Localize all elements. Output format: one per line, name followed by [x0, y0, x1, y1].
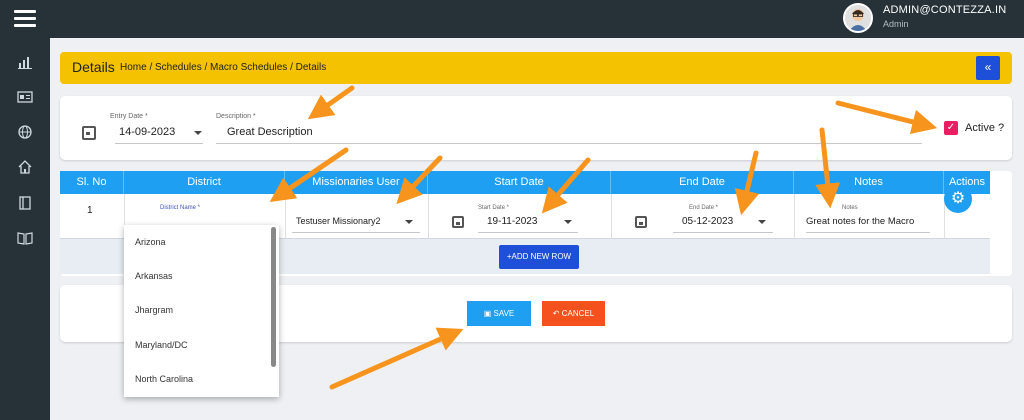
- calendar-icon[interactable]: [635, 216, 647, 228]
- start-date-label: Start Date *: [478, 205, 510, 211]
- column-divider: [285, 194, 286, 238]
- missionary-underline: [292, 232, 420, 233]
- entry-date-underline: [115, 143, 203, 144]
- dropdown-option[interactable]: Jhargram: [135, 305, 173, 315]
- calendar-icon[interactable]: [452, 216, 464, 228]
- add-new-row-button[interactable]: +ADD NEW ROW: [499, 245, 579, 269]
- add-new-row-label: ADD NEW ROW: [511, 252, 572, 261]
- entry-date-field[interactable]: 14-09-2023: [119, 126, 175, 138]
- floppy-icon: ▣: [483, 309, 494, 318]
- chevron-down-icon[interactable]: [758, 220, 766, 224]
- notes-field[interactable]: Great notes for the Macro: [806, 216, 930, 227]
- collapse-button[interactable]: «: [976, 56, 1000, 80]
- chart-icon[interactable]: [15, 54, 35, 74]
- table-header: Sl. No District Missionaries User Start …: [60, 171, 990, 194]
- dropdown-option[interactable]: North Carolina: [135, 374, 193, 384]
- district-dropdown: Arizona Arkansas Jhargram Maryland/DC No…: [124, 225, 279, 397]
- dropdown-option[interactable]: Arkansas: [135, 271, 173, 281]
- dropdown-scrollbar[interactable]: [271, 227, 276, 367]
- book-icon[interactable]: [15, 195, 35, 215]
- home-icon[interactable]: [15, 159, 35, 179]
- active-label: Active ?: [965, 122, 1005, 134]
- cancel-button[interactable]: ↶ CANCEL: [542, 301, 605, 326]
- end-date-underline: [673, 232, 773, 233]
- end-date-field[interactable]: 05-12-2023: [682, 216, 733, 227]
- open-book-icon[interactable]: [15, 230, 35, 250]
- header-district: District: [124, 171, 285, 194]
- description-underline: [216, 143, 922, 144]
- avatar[interactable]: [843, 3, 873, 33]
- globe-icon[interactable]: [15, 124, 35, 144]
- start-date-field[interactable]: 19-11-2023: [487, 216, 537, 227]
- form-card: Entry Date * 14-09-2023 Description * Gr…: [60, 96, 1012, 160]
- column-divider: [794, 194, 795, 238]
- notes-underline: [806, 232, 930, 233]
- header-missionaries-user: Missionaries User: [285, 171, 428, 194]
- chevron-down-icon[interactable]: [564, 220, 572, 224]
- page-title: Details: [72, 59, 115, 75]
- column-divider: [428, 194, 429, 238]
- dropdown-option[interactable]: Maryland/DC: [135, 340, 188, 350]
- active-checkbox[interactable]: ✓: [944, 121, 958, 135]
- header-notes: Notes: [794, 171, 944, 194]
- cancel-label: CANCEL: [561, 309, 595, 318]
- save-label: SAVE: [493, 309, 515, 318]
- undo-icon: ↶: [552, 309, 562, 318]
- end-date-label: End Date *: [689, 205, 719, 211]
- save-button[interactable]: ▣ SAVE: [467, 301, 531, 326]
- header-start-date: Start Date: [428, 171, 611, 194]
- entry-date-label: Entry Date *: [110, 113, 148, 120]
- details-bar: Details Home / Schedules / Macro Schedul…: [60, 52, 1012, 84]
- top-bar: ADMIN@CONTEZZA.IN Admin: [50, 0, 1024, 38]
- menu-icon[interactable]: [14, 10, 36, 28]
- missionary-select[interactable]: Testuser Missionary2: [296, 216, 381, 226]
- district-name-label: District Name *: [160, 205, 201, 211]
- chevron-down-icon[interactable]: [405, 220, 413, 224]
- settings-gear-icon[interactable]: ⚙: [944, 185, 972, 213]
- breadcrumb[interactable]: Home / Schedules / Macro Schedules / Det…: [120, 62, 326, 73]
- header-sl-no: Sl. No: [60, 171, 124, 194]
- description-label: Description *: [216, 113, 256, 120]
- dropdown-option[interactable]: Arizona: [135, 237, 166, 247]
- calendar-icon[interactable]: [82, 126, 96, 140]
- start-date-underline: [478, 232, 578, 233]
- row-sl-no: 1: [87, 205, 93, 216]
- user-name[interactable]: ADMIN@CONTEZZA.IN: [883, 4, 1006, 16]
- user-role: Admin: [883, 19, 909, 29]
- id-card-icon[interactable]: [15, 89, 35, 109]
- sidebar: [0, 0, 50, 420]
- column-divider: [611, 194, 612, 238]
- notes-label: Notes: [842, 205, 858, 211]
- chevron-down-icon[interactable]: [194, 131, 202, 135]
- header-end-date: End Date: [611, 171, 794, 194]
- description-field[interactable]: Great Description: [227, 126, 313, 138]
